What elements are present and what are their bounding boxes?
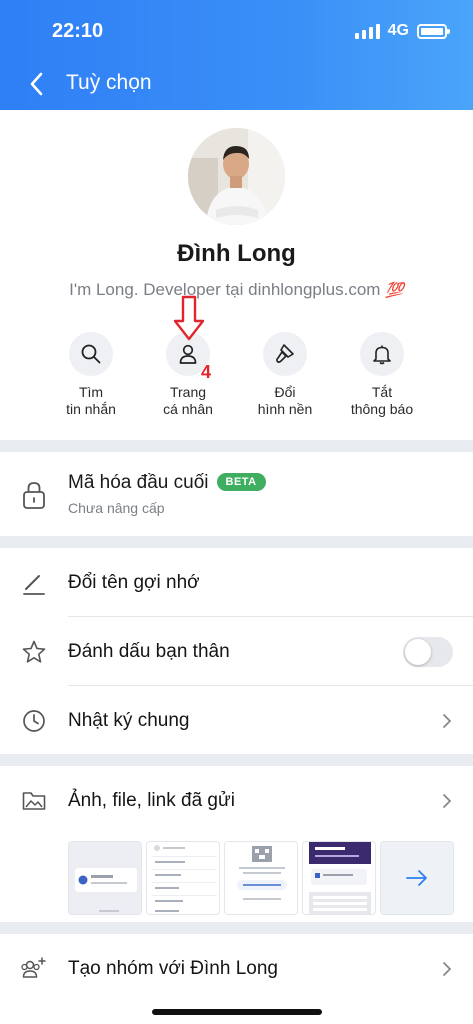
action-label-line2: cá nhân: [163, 401, 213, 417]
media-section: Ảnh, file, link đã gửi: [0, 766, 473, 922]
shared-journal-item[interactable]: Nhật ký chung: [0, 686, 473, 755]
encryption-title: Mã hóa đầu cuối: [68, 472, 209, 493]
clock-icon: [23, 709, 45, 732]
action-label-line2: thông báo: [350, 401, 414, 417]
annotation-step-number: 4: [201, 362, 212, 382]
quick-actions: Tìmtin nhắn Trangcá nhân Đổihình nền: [0, 332, 473, 432]
pencil-icon: [23, 574, 45, 595]
profile-card: Đình Long I'm Long. Developer tại dinhlo…: [0, 110, 473, 440]
media-thumbnails: [68, 841, 454, 915]
sent-media-item[interactable]: Ảnh, file, link đã gửi: [0, 766, 473, 835]
chevron-right-icon: [443, 961, 452, 976]
action-label-line1: Tắt: [371, 384, 393, 400]
user-icon: [179, 344, 197, 364]
home-indicator: [152, 1009, 322, 1015]
paint-brush-icon: [276, 344, 294, 363]
back-button[interactable]: [20, 66, 52, 102]
action-label-line2: tin nhắn: [66, 401, 116, 417]
network-type: 4G: [387, 22, 409, 39]
media-thumbnail[interactable]: [224, 841, 298, 915]
rename-alias-label: Đổi tên gợi nhớ: [68, 571, 200, 593]
arrow-right-icon: [406, 870, 427, 886]
annotation-down-arrow-icon: [173, 295, 205, 341]
status-time: 22:10: [52, 20, 104, 42]
chevron-left-icon: [30, 72, 43, 96]
shared-journal-label: Nhật ký chung: [68, 709, 190, 731]
media-thumbnail[interactable]: [146, 841, 220, 915]
profile-name: Đình Long: [177, 240, 296, 267]
signal-icon: [354, 23, 380, 39]
chevron-right-icon: [443, 793, 452, 808]
header-bar: 22:10 4G Tuỳ chọn: [0, 0, 473, 110]
avatar[interactable]: [188, 128, 285, 225]
sent-media-label: Ảnh, file, link đã gửi: [68, 789, 235, 811]
media-thumbnail[interactable]: [302, 841, 376, 915]
create-group-item[interactable]: Tạo nhóm với Đình Long: [0, 934, 473, 1003]
media-thumbnail[interactable]: [68, 841, 142, 915]
rename-alias-item[interactable]: Đổi tên gợi nhớ: [0, 548, 473, 617]
bell-icon: [373, 345, 391, 365]
action-label-line1: Đổi: [274, 384, 296, 400]
best-friend-toggle[interactable]: [403, 636, 453, 667]
encryption-section[interactable]: Mã hóa đầu cuối BETA Chưa nâng cấp: [0, 452, 473, 536]
add-group-icon: [21, 956, 46, 978]
photo-folder-icon: [22, 791, 46, 810]
hundred-points-icon: 💯: [385, 282, 404, 299]
beta-badge: BETA: [216, 473, 266, 491]
action-mute-notifications[interactable]: Tắt thông báo: [327, 332, 437, 418]
action-label-line1: Trang: [169, 384, 207, 400]
create-group-label: Tạo nhóm với Đình Long: [68, 957, 278, 979]
best-friend-item[interactable]: Đánh dấu bạn thân: [0, 617, 473, 686]
bio-text: I'm Long. Developer tại dinhlongplus.com: [69, 280, 381, 299]
action-label-line2: hình nền: [257, 401, 313, 417]
more-media-button[interactable]: [380, 841, 454, 915]
profile-bio: I'm Long. Developer tại dinhlongplus.com…: [0, 280, 473, 300]
best-friend-label: Đánh dấu bạn thân: [68, 640, 230, 662]
lock-icon: [23, 482, 45, 509]
battery-icon: [417, 23, 450, 39]
page-title: Tuỳ chọn: [66, 71, 152, 94]
action-personal-page[interactable]: Trang cá nhân: [133, 332, 243, 418]
options-list: Đổi tên gợi nhớ Đánh dấu bạn thân Nhật k…: [0, 548, 473, 754]
encryption-status: Chưa nâng cấp: [68, 500, 165, 516]
action-label-line1: Tìm: [78, 384, 104, 400]
search-icon: [81, 344, 101, 364]
action-change-background[interactable]: Đổi hình nền: [230, 332, 340, 418]
chevron-right-icon: [443, 713, 452, 728]
status-indicators: 4G: [354, 22, 450, 40]
star-icon: [22, 640, 46, 663]
action-search-messages[interactable]: Tìm tin nhắn: [36, 332, 146, 418]
